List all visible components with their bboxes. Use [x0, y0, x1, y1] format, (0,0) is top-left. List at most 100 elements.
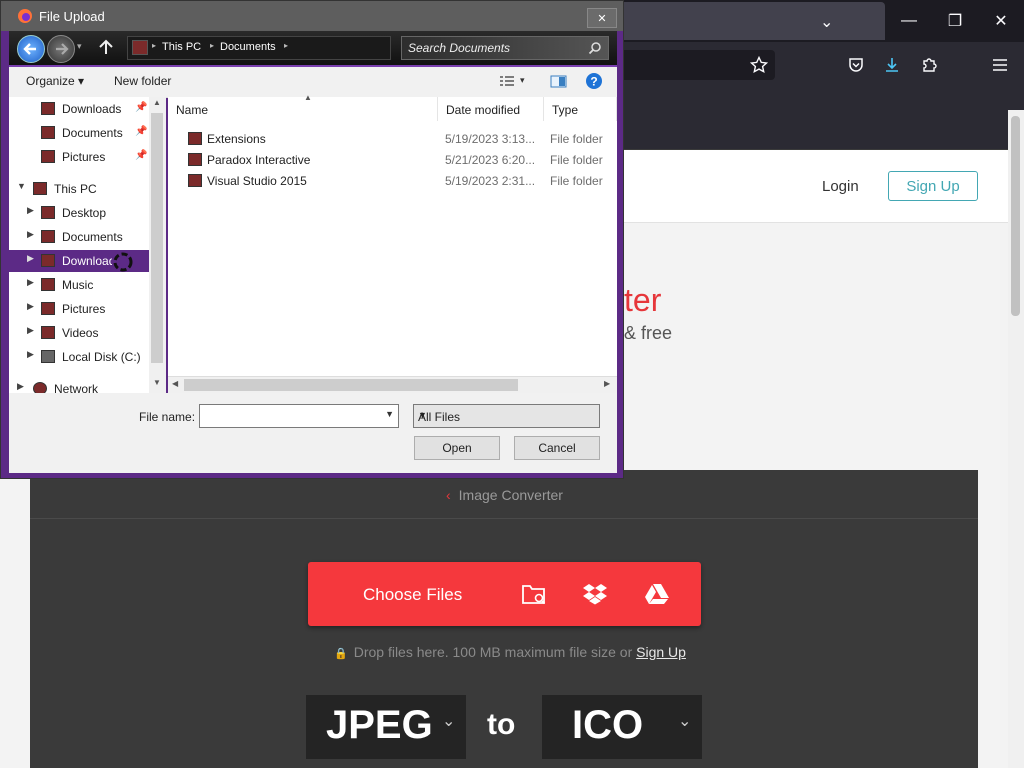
breadcrumb-link[interactable]: ‹ Image Converter: [446, 487, 563, 503]
collapsed-chevron-icon[interactable]: ▶: [27, 253, 34, 264]
address-row: ▾ ▸ This PC ▸ Documents ▸ Search Documen…: [9, 31, 617, 67]
nav-item-videos[interactable]: ▶ Videos: [9, 322, 149, 344]
address-breadcrumb[interactable]: ▸ This PC ▸ Documents ▸: [127, 36, 391, 60]
nav-item-local-disk[interactable]: ▶ Local Disk (C:): [9, 346, 149, 368]
dialog-titlebar[interactable]: File Upload ✕: [1, 1, 623, 31]
preview-pane-icon[interactable]: [550, 75, 567, 88]
file-row[interactable]: Extensions 5/19/2023 3:13... File folder: [168, 128, 617, 148]
collapsed-chevron-icon[interactable]: ▶: [27, 325, 34, 336]
up-arrow-icon[interactable]: [97, 38, 115, 56]
breadcrumb-this-pc[interactable]: This PC: [162, 41, 201, 53]
scroll-down-arrow-icon[interactable]: ▼: [151, 378, 163, 391]
dialog-title: File Upload: [39, 9, 105, 24]
column-header-type[interactable]: Type: [544, 97, 617, 121]
scroll-right-arrow-icon[interactable]: ▶: [604, 379, 610, 388]
drop-hint-text: Drop files here. 100 MB maximum file siz…: [353, 644, 633, 660]
nav-item-pictures[interactable]: ▶ Pictures: [9, 298, 149, 320]
new-folder-button[interactable]: New folder: [114, 74, 171, 88]
close-window-button[interactable]: ✕: [978, 0, 1024, 42]
pocket-icon[interactable]: [845, 54, 867, 76]
drop-signup-link[interactable]: Sign Up: [636, 644, 686, 660]
maximize-button[interactable]: ❐: [932, 0, 978, 42]
back-button[interactable]: [17, 35, 45, 63]
from-format-select[interactable]: JPEG ⌄: [306, 695, 466, 759]
view-options-icon[interactable]: [499, 75, 515, 87]
nav-item-documents[interactable]: ▶ Documents: [9, 226, 149, 248]
nav-item-this-pc[interactable]: ▼ This PC: [9, 178, 149, 200]
dialog-close-button[interactable]: ✕: [587, 8, 617, 28]
pin-icon: 📌: [135, 102, 148, 113]
column-header-date[interactable]: Date modified: [438, 97, 544, 121]
pictures-folder-icon: [41, 150, 55, 163]
forward-button[interactable]: [47, 35, 75, 63]
nav-item-downloads[interactable]: ▶Downloads: [9, 250, 149, 272]
nav-item-music[interactable]: ▶ Music: [9, 274, 149, 296]
collapsed-chevron-icon[interactable]: ▶: [27, 229, 34, 240]
pictures-folder-icon: [41, 302, 55, 315]
cancel-button[interactable]: Cancel: [514, 436, 600, 460]
collapsed-chevron-icon[interactable]: ▶: [27, 301, 34, 312]
nav-item-quick-documents[interactable]: Documents 📌: [9, 122, 149, 144]
choose-files-button[interactable]: Choose Files: [308, 562, 701, 626]
google-drive-icon[interactable]: [644, 583, 670, 605]
breadcrumb-label: Image Converter: [458, 487, 563, 503]
view-chevron-icon[interactable]: ▾: [520, 75, 525, 86]
nav-item-network[interactable]: ▶ Network: [9, 378, 149, 393]
chevron-down-icon: ⌄: [442, 713, 456, 730]
chevron-down-icon: ▼: [418, 410, 427, 420]
nav-pane-scrollbar[interactable]: ▲ ▼: [149, 97, 166, 393]
navigation-pane: Downloads 📌 Documents 📌 Pictures 📌 ▼ This PC…: [9, 97, 149, 393]
file-row[interactable]: Visual Studio 2015 5/19/2023 2:31... File …: [168, 170, 617, 190]
column-header-name[interactable]: Name ▲: [168, 93, 438, 121]
scroll-up-arrow-icon[interactable]: ▲: [151, 98, 163, 111]
minimize-button[interactable]: —: [886, 0, 932, 42]
collapsed-chevron-icon[interactable]: ▶: [27, 205, 34, 216]
nav-item-quick-downloads[interactable]: Downloads 📌: [9, 98, 149, 120]
search-icon[interactable]: [588, 41, 602, 55]
nav-scroll-thumb[interactable]: [151, 113, 163, 363]
music-folder-icon: [41, 278, 55, 291]
scroll-left-arrow-icon[interactable]: ◀: [172, 379, 178, 388]
folder-search-icon[interactable]: [521, 582, 547, 606]
tab-list-chevron-icon[interactable]: ⌄: [820, 12, 835, 32]
open-button[interactable]: Open: [414, 436, 500, 460]
bookmark-star-icon[interactable]: [748, 54, 770, 76]
organize-menu[interactable]: Organize ▾: [26, 74, 84, 88]
divider: [30, 518, 978, 519]
menu-icon[interactable]: [989, 54, 1011, 76]
chevron-left-icon: ‹: [446, 487, 451, 503]
network-icon: [33, 382, 47, 393]
downloads-folder-icon: [41, 102, 55, 115]
folder-icon: [188, 153, 202, 166]
nav-item-desktop[interactable]: ▶ Desktop: [9, 202, 149, 224]
svg-text:?: ?: [590, 75, 597, 89]
extensions-icon[interactable]: [918, 54, 940, 76]
chevron-down-icon[interactable]: ▼: [385, 409, 394, 419]
dropbox-icon[interactable]: [582, 583, 608, 605]
arrow-left-icon: [23, 43, 36, 55]
page-scrollbar-thumb[interactable]: [1011, 116, 1020, 316]
file-type-filter[interactable]: All Files ▼: [413, 404, 600, 428]
nav-item-quick-pictures[interactable]: Pictures 📌: [9, 146, 149, 168]
collapsed-chevron-icon[interactable]: ▶: [27, 349, 34, 360]
signup-button[interactable]: Sign Up: [888, 171, 978, 201]
file-name-input[interactable]: ▼: [199, 404, 399, 428]
busy-cursor-icon: [113, 252, 133, 272]
help-icon[interactable]: ?: [585, 72, 603, 90]
drop-hint: 🔒 Drop files here. 100 MB maximum file si…: [334, 644, 686, 660]
search-input[interactable]: Search Documents: [401, 36, 609, 60]
login-link[interactable]: Login: [822, 178, 859, 195]
chevron-down-icon: ⌄: [678, 713, 692, 730]
to-format-select[interactable]: ICO ⌄: [542, 695, 702, 759]
recent-locations-chevron-icon[interactable]: ▾: [77, 41, 82, 52]
collapsed-chevron-icon[interactable]: ▶: [27, 277, 34, 288]
breadcrumb-documents[interactable]: Documents: [220, 41, 276, 53]
lock-icon: 🔒: [334, 648, 348, 660]
file-list-hscrollbar[interactable]: ◀ ▶: [168, 376, 617, 394]
collapsed-chevron-icon[interactable]: ▶: [17, 381, 24, 392]
search-placeholder: Search Documents: [408, 41, 511, 55]
downloads-icon[interactable]: [881, 54, 903, 76]
expanded-chevron-icon[interactable]: ▼: [17, 181, 26, 191]
file-row[interactable]: Paradox Interactive 5/21/2023 6:20... File…: [168, 149, 617, 169]
hscroll-thumb[interactable]: [184, 379, 518, 391]
